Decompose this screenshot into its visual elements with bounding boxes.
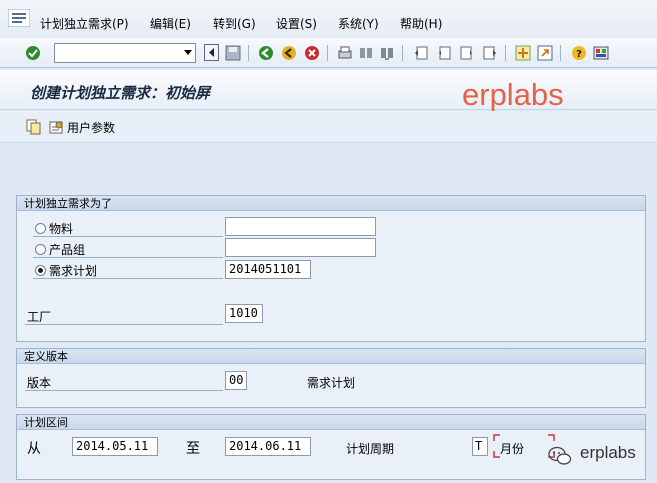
exit-icon[interactable] <box>280 44 297 61</box>
menu-planned-indep-req[interactable]: 计划独立需求(P) <box>40 15 129 32</box>
customize-layout-icon[interactable] <box>592 44 609 61</box>
watermark-bottom-text: erplabs <box>580 443 636 462</box>
user-parameters-button[interactable]: 用户参数 <box>67 119 115 136</box>
back-icon[interactable] <box>257 44 274 61</box>
find-next-icon[interactable] <box>378 44 395 61</box>
product-group-input[interactable] <box>225 238 376 257</box>
toolbar-separator <box>505 45 506 61</box>
enter-icon[interactable] <box>24 44 41 61</box>
version-label: 版本 <box>27 376 52 390</box>
row-underline <box>33 236 223 237</box>
planning-period-description: 月份 <box>500 442 525 456</box>
menu-edit[interactable]: 编辑(E) <box>150 15 191 32</box>
toolbar-separator <box>248 45 249 61</box>
find-icon[interactable] <box>357 44 374 61</box>
chevron-down-icon[interactable] <box>184 50 192 55</box>
cancel-icon[interactable] <box>303 44 320 61</box>
menu-help[interactable]: 帮助(H) <box>400 15 442 32</box>
sap-menu-icon[interactable] <box>8 9 30 27</box>
group-title: 定义版本 <box>17 349 645 364</box>
requirements-plan-radio[interactable] <box>35 265 46 276</box>
next-page-icon[interactable] <box>458 44 475 61</box>
prev-page-icon[interactable] <box>435 44 452 61</box>
toolbar-separator <box>560 45 561 61</box>
planning-period-label: 计划周期 <box>346 442 395 456</box>
user-parameters-icon[interactable] <box>49 119 65 135</box>
page-title: 创建计划独立需求：初始屏 <box>30 84 211 102</box>
application-toolbar: 用户参数 <box>0 111 657 143</box>
row-underline <box>25 390 223 391</box>
requirements-plan-label: 需求计划 <box>49 264 98 278</box>
version-description: 需求计划 <box>307 376 356 390</box>
row-underline <box>33 257 223 258</box>
product-group-label: 产品组 <box>49 243 86 257</box>
menu-system[interactable]: 系统(Y) <box>338 15 379 32</box>
to-date-input[interactable]: 2014.06.11 <box>225 437 311 456</box>
wechat-logo-icon <box>548 446 572 465</box>
to-label: 至 <box>186 441 200 457</box>
row-underline <box>33 278 223 279</box>
from-date-input[interactable]: 2014.05.11 <box>72 437 158 456</box>
material-label: 物料 <box>49 222 74 236</box>
menu-goto[interactable]: 转到(G) <box>213 15 256 32</box>
group-title: 计划区间 <box>17 415 645 430</box>
copy-icon[interactable] <box>26 119 42 135</box>
planning-period-input[interactable]: T <box>472 437 488 456</box>
watermark-text: erplabs <box>462 77 564 112</box>
save-icon[interactable] <box>224 44 241 61</box>
toolbar-separator <box>402 45 403 61</box>
menu-settings[interactable]: 设置(S) <box>276 15 317 32</box>
first-page-icon[interactable] <box>412 44 429 61</box>
row-underline <box>25 324 223 325</box>
shortcut-icon[interactable] <box>536 44 553 61</box>
new-session-icon[interactable] <box>514 44 531 61</box>
collapse-icon[interactable] <box>203 44 220 61</box>
from-label: 从 <box>27 441 41 457</box>
help-icon[interactable]: ? <box>570 44 587 61</box>
plant-input[interactable]: 1010 <box>225 304 263 323</box>
material-input[interactable] <box>225 217 376 236</box>
material-radio[interactable] <box>35 223 46 234</box>
command-field[interactable] <box>54 43 196 63</box>
group-title: 计划独立需求为了 <box>17 196 645 211</box>
standard-toolbar: ? <box>0 38 657 68</box>
version-input[interactable]: 00 <box>225 371 247 390</box>
plant-label: 工厂 <box>27 310 52 324</box>
toolbar-separator <box>327 45 328 61</box>
last-page-icon[interactable] <box>481 44 498 61</box>
print-icon[interactable] <box>336 44 353 61</box>
requirements-plan-input[interactable]: 2014051101 <box>225 260 311 279</box>
product-group-radio[interactable] <box>35 244 46 255</box>
svg-text:?: ? <box>576 49 582 60</box>
